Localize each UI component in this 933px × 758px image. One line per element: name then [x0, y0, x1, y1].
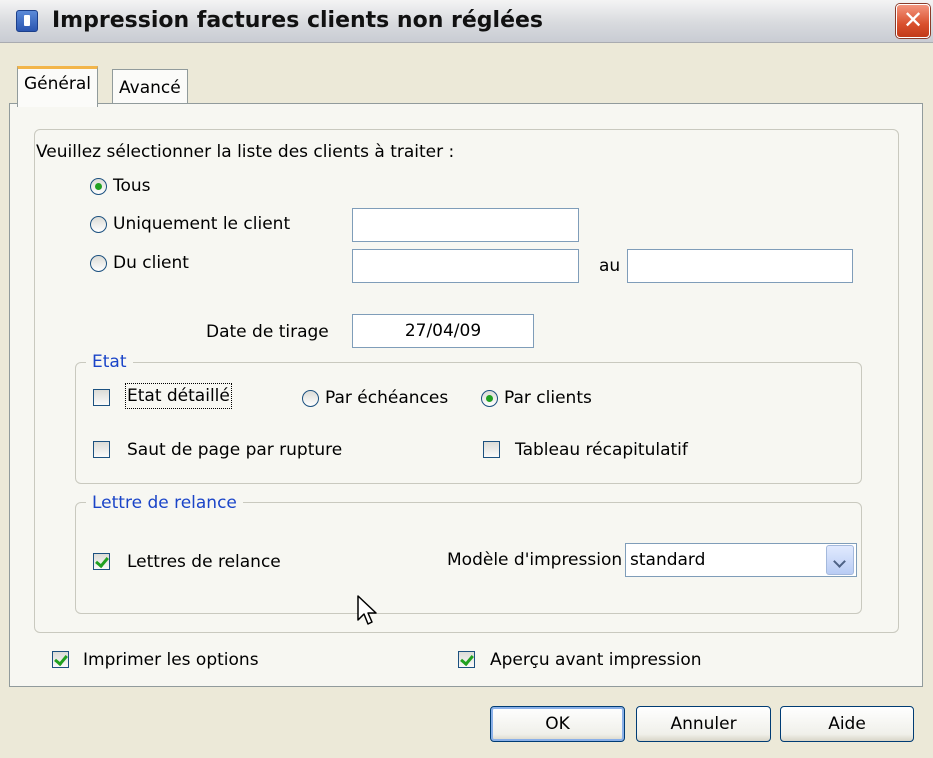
tab-general[interactable]: Général [17, 66, 98, 107]
summary-checkbox[interactable] [483, 441, 500, 458]
radio-by-client-label: Par clients [504, 388, 592, 408]
detailed-label: Etat détaillé [125, 383, 232, 409]
tab-panel-general: Veuillez sélectionner la liste des clien… [9, 103, 923, 687]
relance-letters-checkbox[interactable] [93, 553, 110, 570]
print-options-checkbox[interactable] [52, 651, 69, 668]
window-title: Impression factures clients non réglées [52, 8, 544, 33]
from-client-input[interactable] [352, 249, 579, 283]
close-button[interactable]: ✕ [896, 4, 930, 38]
date-input[interactable]: 27/04/09 [352, 314, 534, 348]
relance-group-title: Lettre de relance [86, 493, 243, 513]
client-input[interactable] [352, 208, 579, 242]
page-break-label: Saut de page par rupture [127, 440, 343, 460]
radio-tous-label: Tous [113, 176, 151, 196]
preview-label: Aperçu avant impression [490, 650, 702, 670]
app-icon [16, 10, 38, 32]
etat-group-title: Etat [86, 352, 133, 372]
ok-button[interactable]: OK [490, 706, 625, 742]
tab-advanced[interactable]: Avancé [112, 69, 188, 103]
title-bar: Impression factures clients non réglées … [0, 0, 933, 43]
radio-single-client-label: Uniquement le client [113, 214, 291, 234]
etat-group [75, 362, 862, 484]
radio-single-client[interactable] [90, 216, 107, 233]
date-label: Date de tirage [206, 322, 329, 342]
radio-client-range-label: Du client [113, 253, 189, 273]
summary-label: Tableau récapitulatif [515, 440, 688, 460]
dialog-window: Impression factures clients non réglées … [0, 0, 933, 758]
clients-prompt: Veuillez sélectionner la liste des clien… [36, 142, 455, 162]
to-client-input[interactable] [627, 249, 853, 283]
radio-tous[interactable] [90, 178, 107, 195]
model-select-value: standard [630, 550, 706, 570]
cancel-button[interactable]: Annuler [636, 706, 771, 742]
model-label: Modèle d'impression [447, 550, 623, 570]
radio-by-due[interactable] [302, 390, 319, 407]
radio-by-due-label: Par échéances [325, 388, 449, 408]
detailed-checkbox[interactable] [93, 389, 110, 406]
help-button[interactable]: Aide [780, 706, 914, 742]
radio-client-range[interactable] [90, 255, 107, 272]
chevron-down-icon[interactable] [826, 545, 854, 575]
print-options-label: Imprimer les options [83, 650, 259, 670]
preview-checkbox[interactable] [458, 651, 475, 668]
model-select[interactable]: standard [625, 543, 857, 577]
relance-letters-label: Lettres de relance [127, 552, 281, 572]
to-label: au [599, 256, 621, 276]
page-break-checkbox[interactable] [93, 441, 110, 458]
radio-by-client[interactable] [481, 390, 498, 407]
mouse-cursor-icon [357, 595, 377, 625]
